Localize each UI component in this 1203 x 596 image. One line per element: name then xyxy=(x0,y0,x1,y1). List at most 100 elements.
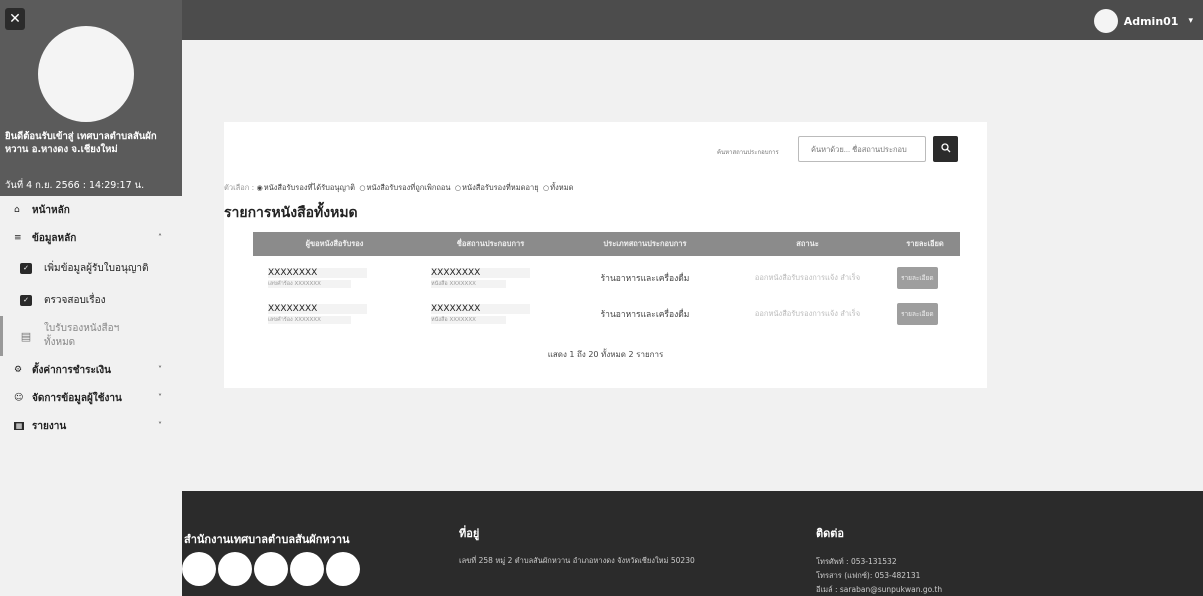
radio-selected-icon[interactable]: ◉ xyxy=(257,184,263,192)
user-menu[interactable]: Admin01 ▾ xyxy=(1093,9,1193,33)
sidebar-item-label: ข้อมูลหลัก xyxy=(32,232,77,244)
footer-email[interactable]: อีเมล์ : saraban@sunpukwan.go.th xyxy=(816,583,942,596)
footer-contact: โทรศัพท์ : 053-131532 โทรสาร (แฟกซ์): 05… xyxy=(816,555,942,596)
sidebar-item-label: ตรวจสอบเรื่อง xyxy=(44,294,106,306)
chevron-down-icon[interactable]: ▾ xyxy=(1188,16,1193,26)
document-icon: ▤ xyxy=(20,329,32,343)
radio-icon[interactable]: ○ xyxy=(359,184,365,192)
sidebar-item-payment-settings[interactable]: ⚙ ตั้งค่าการชำระเงิน ˅ xyxy=(0,356,182,384)
type-cell: ร้านอาหารและเครื่องดื่ม xyxy=(600,310,690,320)
filter-option-expired[interactable]: ○หนังสือรับรองที่หมดอายุ xyxy=(455,183,539,192)
detail-cell: รายละเอียด xyxy=(890,303,960,325)
filter-option-approved[interactable]: ◉หนังสือรับรองที่ได้รับอนุญาติ xyxy=(257,183,355,192)
sidebar-item-add-licensee[interactable]: ✓ เพิ่มข้อมูลผู้รับใบอนุญาติ xyxy=(0,252,182,284)
table-summary: แสดง 1 ถึง 20 ทั้งหมด 2 รายการ xyxy=(547,350,664,359)
status-badge: ออกหนังสือรับรองการแจ้ง สำเร็จ xyxy=(754,273,861,282)
filter-options: ตัวเลือก : ◉หนังสือรับรองที่ได้รับอนุญาต… xyxy=(224,182,576,194)
footer-phone: โทรศัพท์ : 053-131532 xyxy=(816,557,897,566)
users-icon: ☺ xyxy=(14,393,24,403)
column-header-place: ชื่อสถานประกอบการ xyxy=(456,239,525,248)
place-name: XXXXXXXX xyxy=(431,304,531,314)
social-icon[interactable] xyxy=(218,552,252,586)
user-name[interactable]: Admin01 xyxy=(1124,15,1179,28)
filter-label: ตัวเลือก : xyxy=(224,183,255,192)
search-button[interactable] xyxy=(933,136,958,162)
footer-address-heading: ที่อยู่ xyxy=(459,527,480,540)
column-header-status: สถานะ xyxy=(796,239,819,248)
filter-option-label: หนังสือรับรองที่ถูกเพิกถอน xyxy=(366,183,451,192)
sidebar-item-label: หน้าหลัก xyxy=(32,204,70,216)
page-title: รายการหนังสือทั้งหมด xyxy=(224,205,358,221)
database-icon: ≡ xyxy=(14,233,22,243)
place-name: XXXXXXXX xyxy=(431,268,531,278)
chevron-down-icon[interactable]: ˅ xyxy=(158,421,162,430)
user-avatar[interactable] xyxy=(1093,9,1118,33)
applicant-cell: XXXXXXXX เลขคำร้อง XXXXXXX xyxy=(253,268,416,288)
footer-contact-heading: ติดต่อ xyxy=(816,527,845,540)
applicant-sub: เลขคำร้อง XXXXXXX xyxy=(268,280,351,288)
applicant-cell: XXXXXXXX เลขคำร้อง XXXXXXX xyxy=(253,304,416,324)
social-icon[interactable] xyxy=(326,552,360,586)
sidebar-item-check[interactable]: ✓ ตรวจสอบเรื่อง xyxy=(0,284,182,316)
footer-address: เลขที่ 258 หมู่ 2 ตำบลสันผักหวาน อำเภอหา… xyxy=(459,556,695,565)
radio-icon[interactable]: ○ xyxy=(543,184,549,192)
filter-option-label: หนังสือรับรองที่ได้รับอนุญาติ xyxy=(263,183,355,192)
sidebar-item-label: เพิ่มข้อมูลผู้รับใบอนุญาติ xyxy=(44,262,149,274)
social-icon[interactable] xyxy=(290,552,324,586)
column-header-applicant: ผู้ขอหนังสือรับรอง xyxy=(305,239,364,248)
detail-button[interactable]: รายละเอียด xyxy=(897,267,938,289)
sidebar-menu: ⌂ หน้าหลัก ≡ ข้อมูลหลัก ˄ ✓ เพิ่มข้อมูลผ… xyxy=(0,196,182,440)
column-header-type: ประเภทสถานประกอบการ xyxy=(603,239,687,248)
avatar xyxy=(38,26,134,122)
sidebar-item-master-data[interactable]: ≡ ข้อมูลหลัก ˄ xyxy=(0,224,182,252)
sidebar-item-certificates-all[interactable]: ▤ ใบรับรองหนังสือฯ ทั้งหมด xyxy=(0,316,182,356)
table-row: XXXXXXXX เลขคำร้อง XXXXXXX XXXXXXXX หนัง… xyxy=(253,296,960,332)
filter-option-label: ทั้งหมด xyxy=(550,183,574,192)
footer: สำนักงานเทศบาลตำบลสันผักหวาน ที่อยู่ เลข… xyxy=(182,491,1203,596)
current-datetime: วันที่ 4 ก.ย. 2566 : 14:29:17 น. xyxy=(5,180,145,191)
search-icon xyxy=(940,143,950,153)
place-cell: XXXXXXXX หนังสือ XXXXXXX xyxy=(416,268,565,288)
status-badge: ออกหนังสือรับรองการแจ้ง สำเร็จ xyxy=(754,309,861,318)
applicant-name: XXXXXXXX xyxy=(268,268,368,278)
search-label: ค้นหาสถานประกอบการ xyxy=(717,149,779,156)
footer-fax: โทรสาร (แฟกซ์): 053-482131 xyxy=(816,571,921,580)
filter-option-all[interactable]: ○ทั้งหมด xyxy=(543,183,573,192)
place-cell: XXXXXXXX หนังสือ XXXXXXX xyxy=(416,304,565,324)
gear-icon: ⚙ xyxy=(14,365,23,375)
filter-option-revoked[interactable]: ○หนังสือรับรองที่ถูกเพิกถอน xyxy=(359,183,450,192)
certificate-list-card: ค้นหาสถานประกอบการ ตัวเลือก : ◉หนังสือรั… xyxy=(224,122,987,388)
radio-icon[interactable]: ○ xyxy=(455,184,461,192)
chevron-up-icon[interactable]: ˄ xyxy=(158,233,162,242)
applicant-name: XXXXXXXX xyxy=(268,304,368,314)
sidebar-item-label: ใบรับรองหนังสือฯ ทั้งหมด xyxy=(44,323,120,348)
sidebar-item-home[interactable]: ⌂ หน้าหลัก xyxy=(0,196,182,224)
sidebar-item-report[interactable]: ▦ รายงาน ˅ xyxy=(0,412,182,440)
place-sub: หนังสือ XXXXXXX xyxy=(431,316,506,324)
chevron-down-icon[interactable]: ˅ xyxy=(158,393,162,402)
welcome-text: ยินดีต้อนรับเข้าสู่ เทศบาลตำบลสันผักหวาน… xyxy=(5,131,157,155)
checkbox-icon: ✓ xyxy=(20,262,32,274)
sidebar-item-user-management[interactable]: ☺ จัดการข้อมูลผู้ใช้งาน ˅ xyxy=(0,384,182,412)
table-header: ผู้ขอหนังสือรับรอง ชื่อสถานประกอบการ ประ… xyxy=(253,232,960,256)
social-links xyxy=(182,552,360,586)
sidebar-header: ✕ ยินดีต้อนรับเข้าสู่ เทศบาลตำบลสันผักหว… xyxy=(0,0,182,196)
checkbox-icon: ✓ xyxy=(20,294,32,306)
social-icon[interactable] xyxy=(254,552,288,586)
type-cell: ร้านอาหารและเครื่องดื่ม xyxy=(600,274,690,284)
footer-org-name: สำนักงานเทศบาลตำบลสันผักหวาน xyxy=(184,533,350,546)
sidebar-item-label: จัดการข้อมูลผู้ใช้งาน xyxy=(32,392,122,404)
social-icon[interactable] xyxy=(182,552,216,586)
search-input[interactable] xyxy=(798,136,926,162)
chevron-down-icon[interactable]: ˅ xyxy=(158,365,162,374)
table-row: XXXXXXXX เลขคำร้อง XXXXXXX XXXXXXXX หนัง… xyxy=(253,260,960,296)
sidebar: ✕ ยินดีต้อนรับเข้าสู่ เทศบาลตำบลสันผักหว… xyxy=(0,0,182,596)
detail-cell: รายละเอียด xyxy=(890,267,960,289)
applicant-sub: เลขคำร้อง XXXXXXX xyxy=(268,316,351,324)
home-icon: ⌂ xyxy=(14,205,20,215)
sidebar-item-label: ตั้งค่าการชำระเงิน xyxy=(32,364,112,376)
close-icon[interactable]: ✕ xyxy=(5,8,25,30)
report-icon: ▦ xyxy=(14,422,24,430)
filter-option-label: หนังสือรับรองที่หมดอายุ xyxy=(462,183,539,192)
detail-button[interactable]: รายละเอียด xyxy=(897,303,938,325)
